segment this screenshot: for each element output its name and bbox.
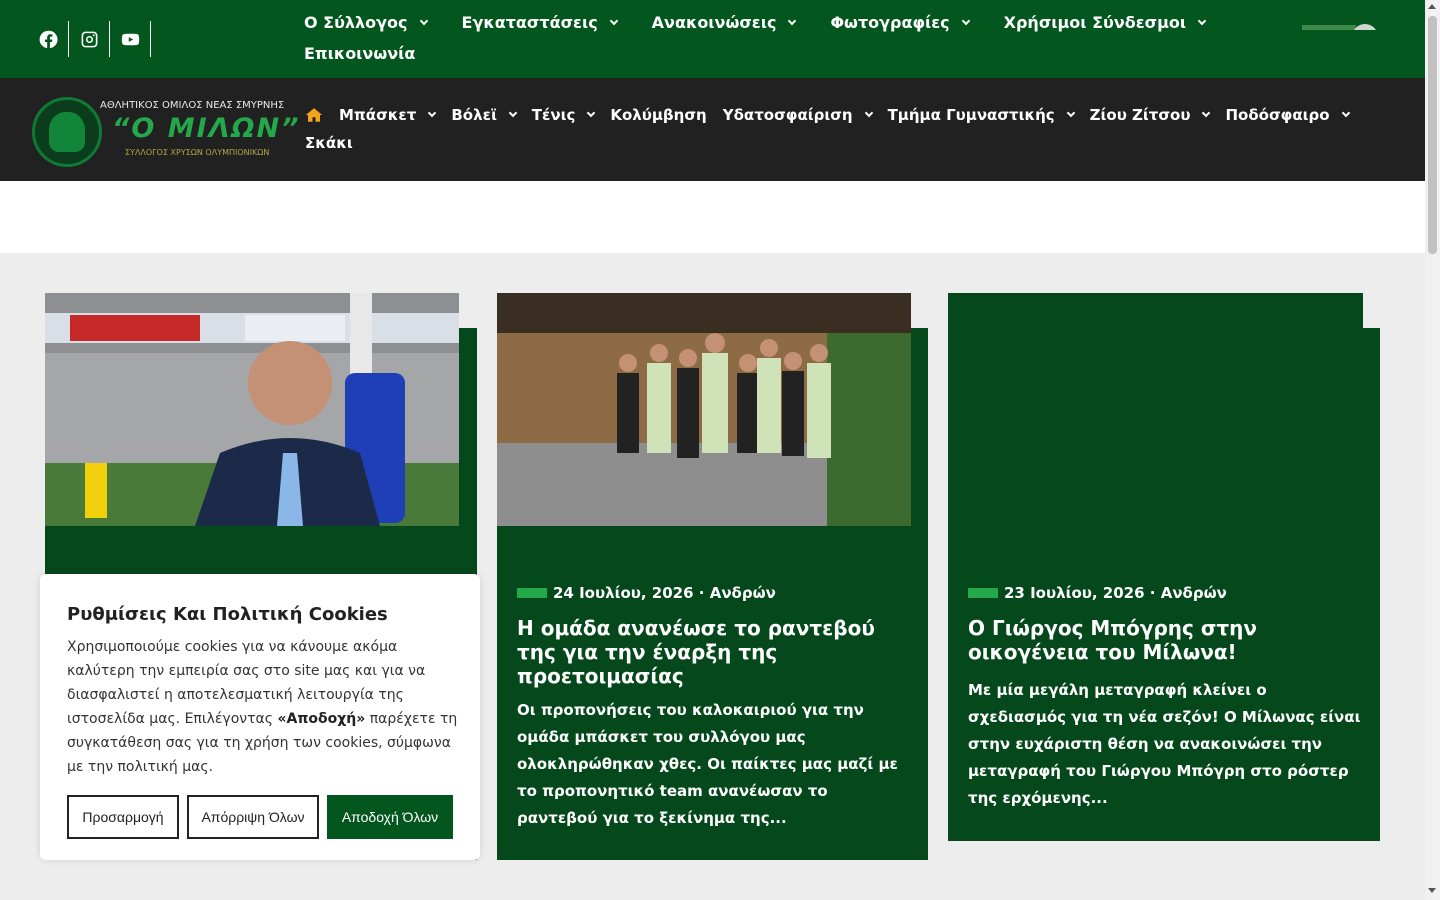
cookie-customize-button[interactable]: Προσαρμογή <box>67 795 179 839</box>
chevron-down-icon <box>961 16 970 25</box>
facebook-icon <box>39 30 57 48</box>
chevron-down-icon <box>428 108 437 118</box>
youtube-link[interactable] <box>110 21 151 57</box>
scrollbar-thumb[interactable] <box>1428 16 1437 254</box>
chevron-down-icon <box>1202 108 1211 118</box>
top-navigation: Ο Σύλλογος Εγκαταστάσεις Ανακοινώσεις Φω… <box>304 10 1264 66</box>
youtube-icon <box>121 33 139 45</box>
post-title[interactable]: Η ομάδα ανανέωσε το ραντεβού της για την… <box>517 616 909 688</box>
instagram-icon <box>81 31 97 47</box>
nav-item-football[interactable]: Ποδόσφαιρο <box>1225 104 1350 126</box>
logo-emblem-icon <box>32 97 102 167</box>
cookie-consent-dialog: Ρυθμίσεις Και Πολιτική Cookies Χρησιμοπο… <box>40 574 480 860</box>
home-icon <box>305 108 323 122</box>
chevron-down-icon <box>609 16 618 25</box>
cookie-text: Χρησιμοποιούμε cookies για να κάνουμε ακ… <box>67 639 458 775</box>
cookie-accept-button[interactable]: Αποδοχή Όλων <box>327 795 453 839</box>
page-spacer <box>0 181 1425 253</box>
post-date: 23 Ιουλίου, 2026 <box>1004 584 1145 602</box>
topnav-item-photos[interactable]: Φωτογραφίες <box>830 10 970 35</box>
meta-accent-bar <box>517 588 547 598</box>
main-header: ΑΘΛΗΤΙΚΟΣ ΟΜΙΛΟΣ ΝΕΑΣ ΣΜΥΡΝΗΣ “Ο ΜΙΛΩΝ” … <box>0 78 1425 181</box>
post-image[interactable] <box>497 293 911 526</box>
topnav-item-links[interactable]: Χρήσιμοι Σύνδεσμοι <box>1004 10 1207 35</box>
chevron-down-icon <box>788 16 797 25</box>
chevron-down-icon <box>587 108 596 118</box>
nav-item-waterpolo[interactable]: Υδατοσφαίριση <box>723 104 873 126</box>
scroll-down-icon[interactable] <box>1428 888 1436 893</box>
post-title[interactable]: Ο Γιώργος Μπόγρης στην οικογένεια του Μί… <box>968 616 1363 664</box>
chevron-down-icon <box>864 108 873 118</box>
cookie-title: Ρυθμίσεις Και Πολιτική Cookies <box>67 604 388 625</box>
chevron-down-icon <box>508 108 518 118</box>
nav-item-basketball[interactable]: Μπάσκετ <box>339 104 437 126</box>
post-image[interactable] <box>948 293 1363 526</box>
social-links <box>28 21 151 57</box>
facebook-link[interactable] <box>28 21 69 57</box>
home-button[interactable] <box>305 104 323 126</box>
post-meta: 24 Ιουλίου, 2026 · Ανδρών <box>517 584 776 602</box>
post-category-link[interactable]: Ανδρών <box>1161 584 1227 602</box>
topnav-item-facilities[interactable]: Εγκαταστάσεις <box>462 10 618 35</box>
nav-item-chess[interactable]: Σκάκι <box>305 132 353 154</box>
instagram-link[interactable] <box>69 21 110 57</box>
chevron-down-icon <box>1066 108 1075 118</box>
nav-item-ziou-zitsou[interactable]: Ζίου Ζίτσου <box>1090 104 1211 126</box>
top-bar: Ο Σύλλογος Εγκαταστάσεις Ανακοινώσεις Φω… <box>0 0 1425 78</box>
post-excerpt: Οι προπονήσεις του καλοκαιριού για την ο… <box>517 701 898 827</box>
club-logo[interactable]: ΑΘΛΗΤΙΚΟΣ ΟΜΙΛΟΣ ΝΕΑΣ ΣΜΥΡΝΗΣ “Ο ΜΙΛΩΝ” … <box>30 95 299 169</box>
nav-item-swimming[interactable]: Κολύμβηση <box>610 104 706 126</box>
scroll-up-icon[interactable] <box>1428 4 1436 9</box>
post-card[interactable]: 23 Ιουλίου, 2026 · Ανδρών Ο Γιώργος Μπόγ… <box>948 293 1380 841</box>
meta-accent-bar <box>968 588 998 598</box>
nav-item-gymnastics[interactable]: Τμήμα Γυμναστικής <box>888 104 1075 126</box>
topnav-item-announcements[interactable]: Ανακοινώσεις <box>652 10 797 35</box>
language-flag-icon[interactable] <box>1302 22 1376 30</box>
chevron-down-icon <box>419 16 428 25</box>
nav-item-volleyball[interactable]: Βόλεϊ <box>451 104 518 126</box>
chevron-down-icon <box>1197 16 1207 25</box>
post-card[interactable]: 24 Ιουλίου, 2026 · Ανδρών Η ομάδα ανανέω… <box>497 293 928 860</box>
chevron-down-icon <box>1341 108 1350 118</box>
post-meta: 23 Ιουλίου, 2026 · Ανδρών <box>968 584 1227 602</box>
post-excerpt: Με μία μεγάλη μεταγραφή κλείνει ο σχεδια… <box>968 681 1361 807</box>
post-image[interactable] <box>45 293 459 526</box>
post-date: 24 Ιουλίου, 2026 <box>553 584 694 602</box>
topnav-item-contact[interactable]: Επικοινωνία <box>304 41 415 66</box>
nav-item-tennis[interactable]: Τένις <box>532 104 596 126</box>
cookie-reject-button[interactable]: Απόρριψη Όλων <box>187 795 319 839</box>
topnav-item-club[interactable]: Ο Σύλλογος <box>304 10 428 35</box>
post-category-link[interactable]: Ανδρών <box>710 584 776 602</box>
sports-navigation: Μπάσκετ Βόλεϊ Τένις Κολύμβηση Υδατοσφαίρ… <box>305 104 1385 154</box>
page-scrollbar[interactable] <box>1425 0 1440 900</box>
